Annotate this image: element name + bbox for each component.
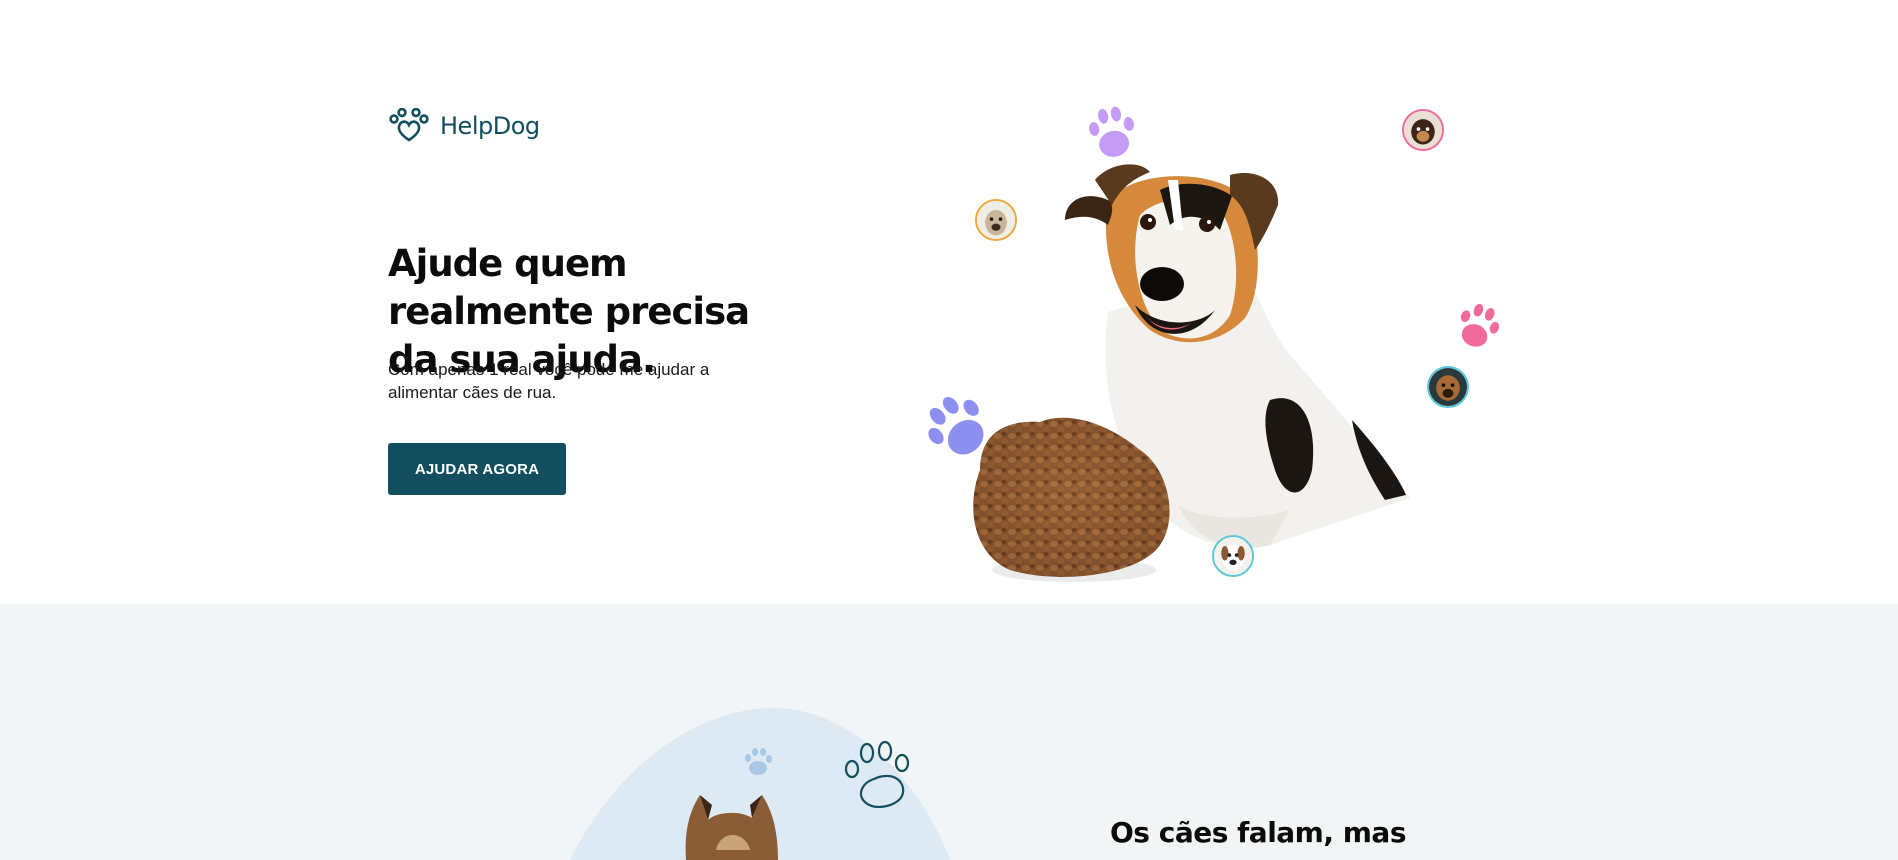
hero-section: HelpDog Ajude quem realmente precisa da … [0,0,1898,604]
dog-avatar [1427,366,1469,408]
dog-avatar [1212,535,1254,577]
about-illustration [570,707,950,860]
paw-print-icon [1460,303,1500,347]
about-section: Os cães falam, mas apenas [0,604,1898,860]
section-title: Os cães falam, mas apenas [1110,816,1406,860]
dog-avatar [1402,109,1444,151]
hero-illustration [928,106,1500,582]
dog-avatar [975,199,1017,241]
paw-print-icon [1089,106,1134,157]
